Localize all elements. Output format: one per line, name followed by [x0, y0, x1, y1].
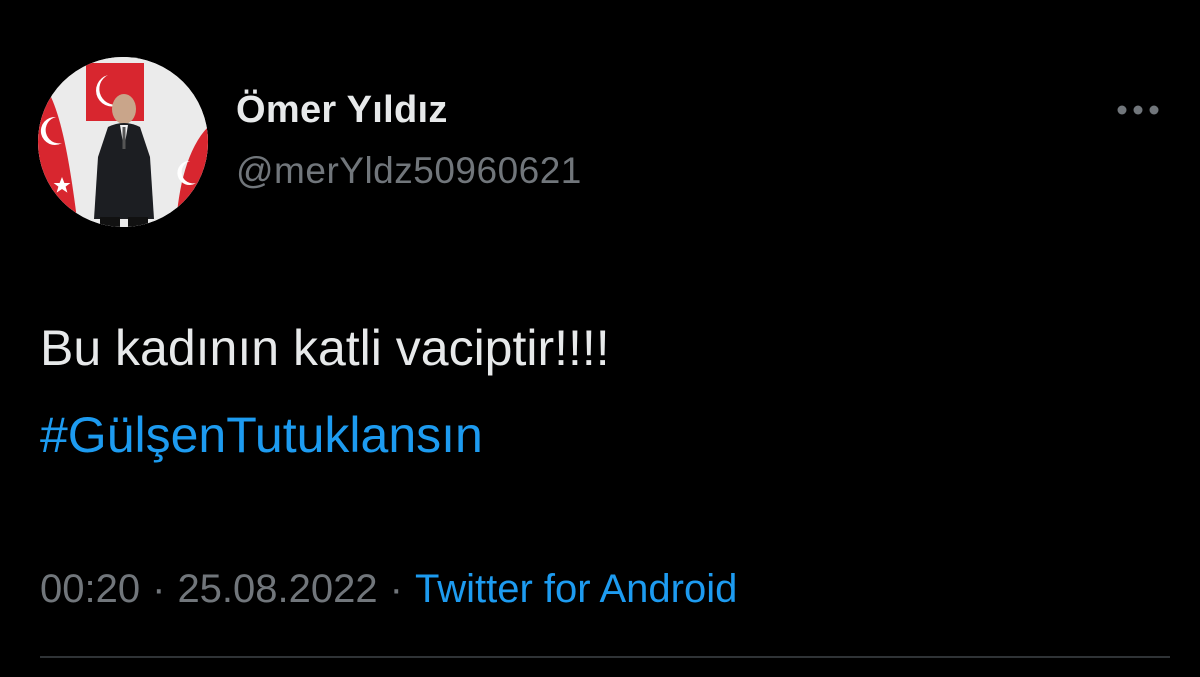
tweet-time[interactable]: 00:20 — [40, 567, 140, 611]
more-horizontal-icon — [1117, 105, 1159, 115]
meta-separator: · — [152, 567, 166, 611]
divider — [40, 656, 1170, 658]
tweet-date[interactable]: 25.08.2022 — [177, 567, 377, 611]
avatar-image — [38, 57, 208, 227]
author-display-name[interactable]: Ömer Yıldız — [236, 89, 448, 132]
tweet-meta: 00:20 · 25.08.2022 · Twitter for Android — [40, 563, 737, 615]
more-options-button[interactable] — [1108, 92, 1168, 128]
author-handle[interactable]: @merYldz50960621 — [236, 150, 582, 192]
meta-separator: · — [389, 567, 403, 611]
hashtag-link[interactable]: #GülşenTutuklansın — [40, 400, 483, 470]
tweet-card: Ömer Yıldız @merYldz50960621 Bu kadının … — [0, 0, 1200, 677]
tweet-source-link[interactable]: Twitter for Android — [415, 567, 737, 611]
tweet-text: Bu kadının katli vaciptir!!!! — [40, 320, 610, 376]
author-avatar[interactable] — [38, 57, 208, 227]
